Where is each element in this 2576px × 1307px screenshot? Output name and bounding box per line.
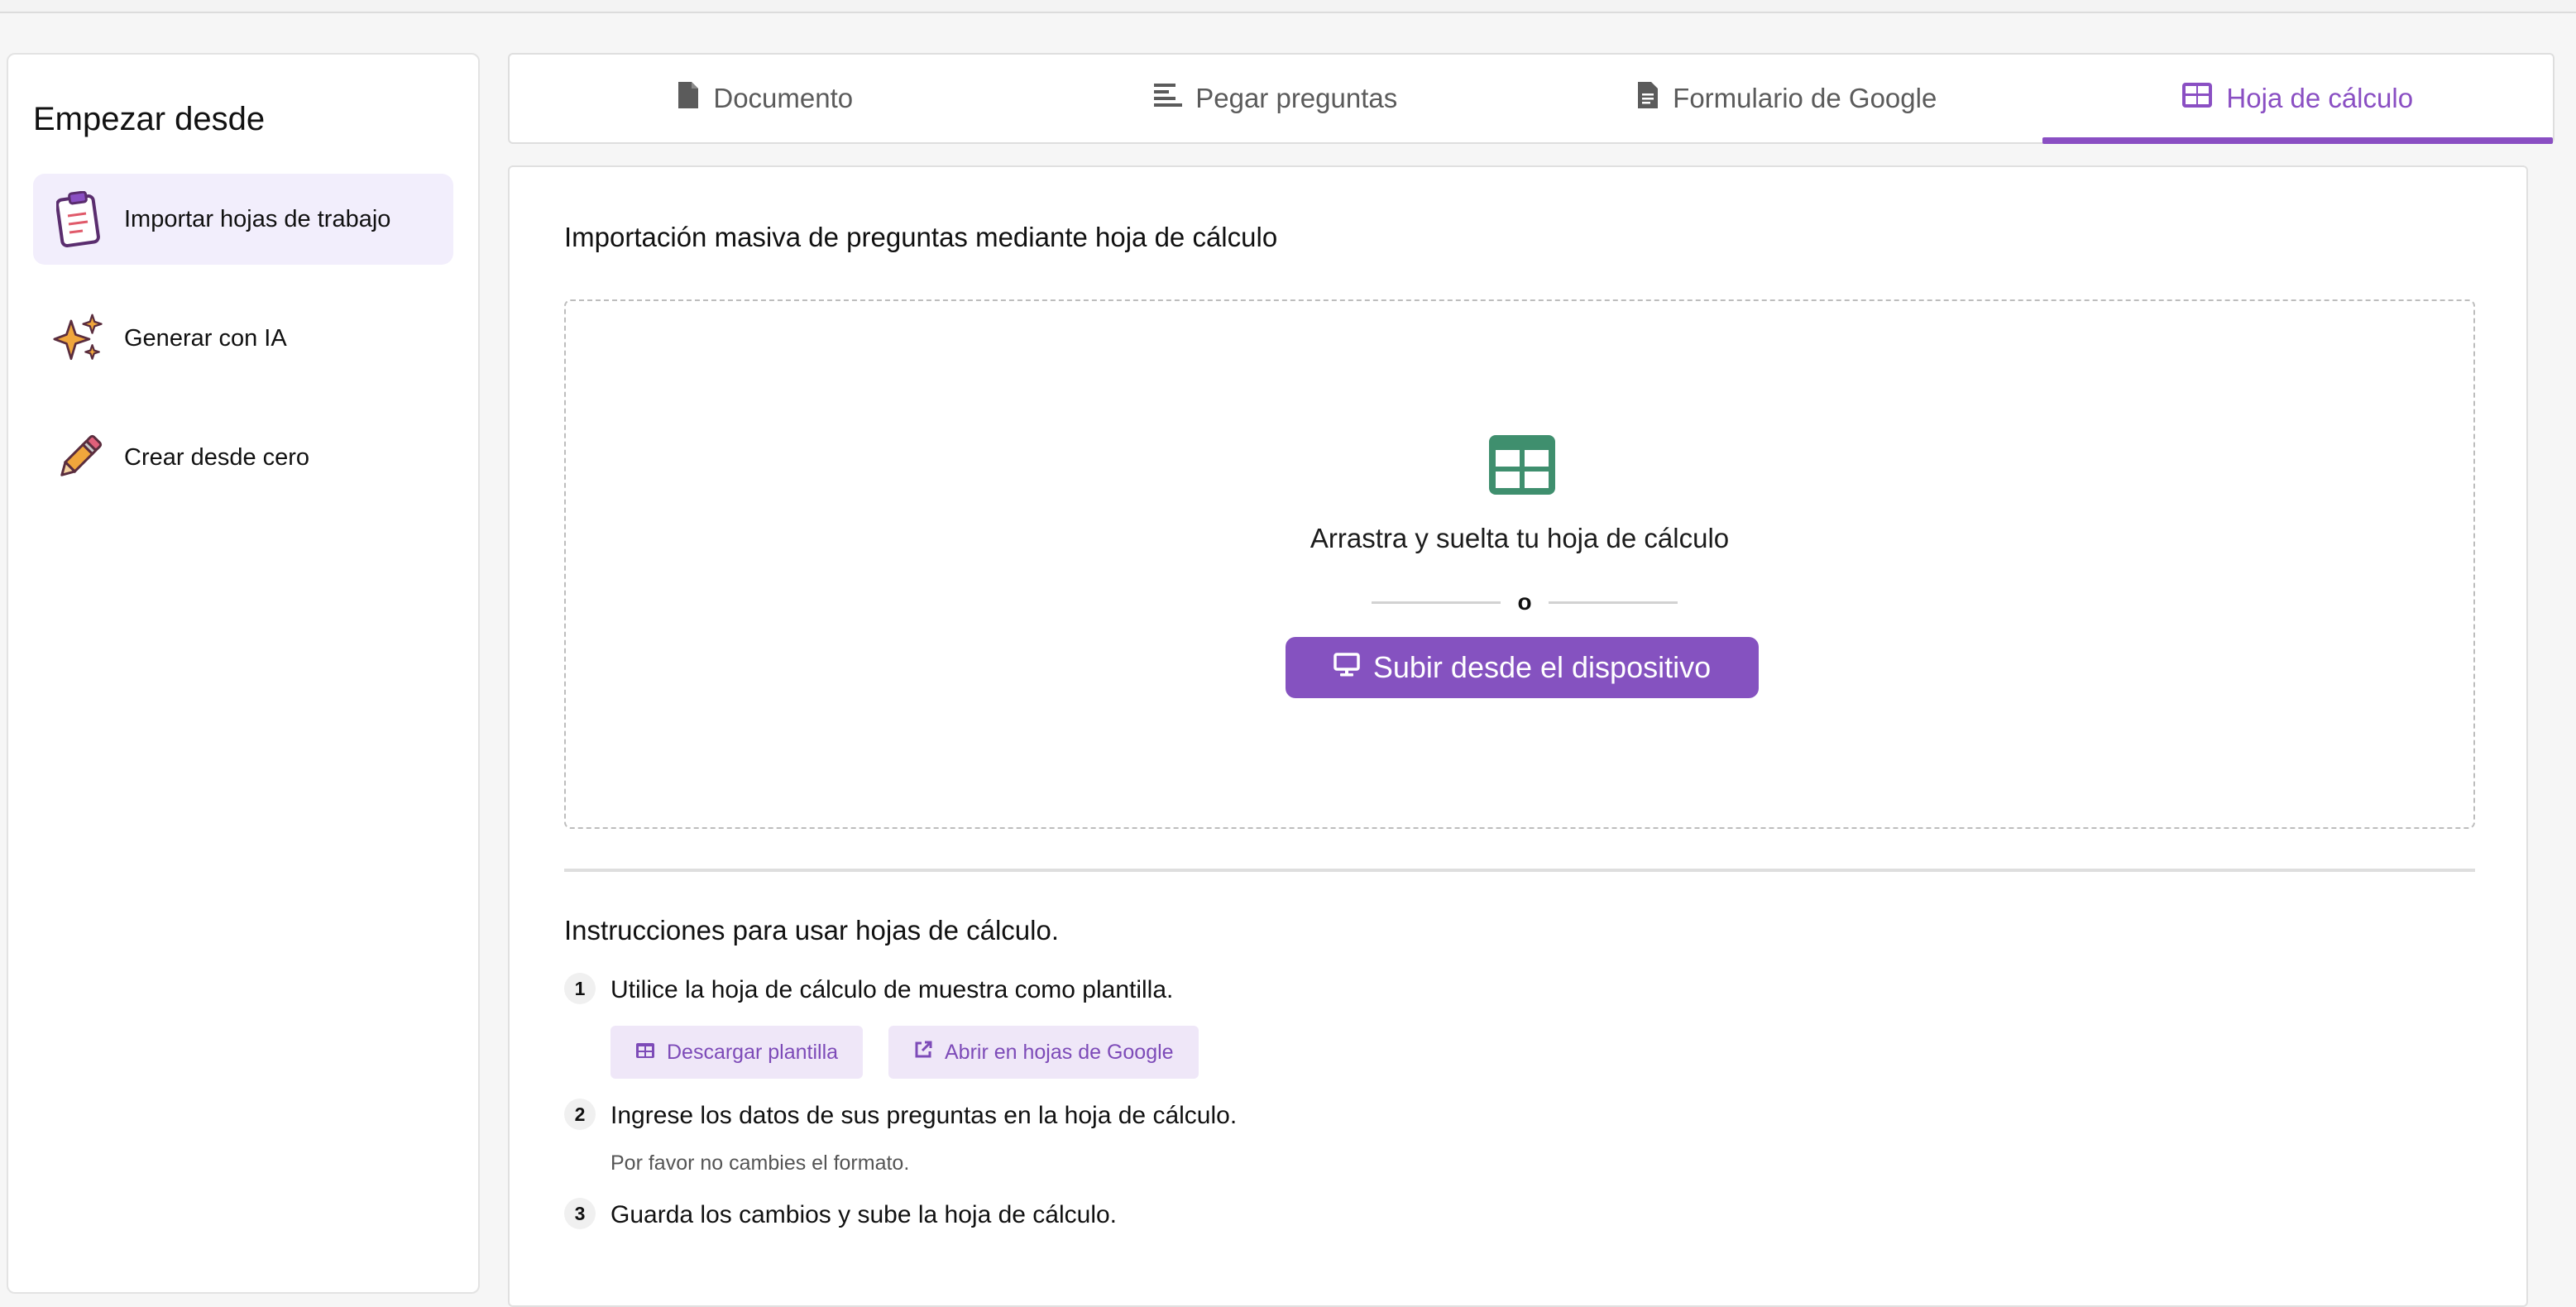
tab-label: Pegar preguntas — [1195, 83, 1398, 113]
open-google-sheets-button[interactable]: Abrir en hojas de Google — [888, 1026, 1199, 1079]
spreadsheet-icon — [2181, 82, 2226, 115]
step-text: Guarda los cambios y sube la hoja de cál… — [610, 1201, 1118, 1228]
step-number: 1 — [564, 973, 596, 1004]
sidebar-item-label: Crear desde cero — [124, 443, 310, 471]
upload-from-device-button[interactable]: Subir desde el dispositivo — [1286, 637, 1759, 698]
or-label: o — [1517, 589, 1532, 615]
text-lines-icon — [1154, 82, 1195, 115]
tab-label: Formulario de Google — [1673, 83, 1937, 113]
sidebar-item-label: Generar con IA — [124, 324, 287, 352]
download-template-button[interactable]: Descargar plantilla — [610, 1026, 864, 1079]
chip-label: Abrir en hojas de Google — [945, 1040, 1174, 1064]
step-number: 3 — [564, 1198, 596, 1229]
sidebar-heading: Empezar desde — [33, 101, 266, 137]
sidebar: Empezar desde Importar hojas de trabajo … — [7, 53, 480, 1294]
tab-paste-questions[interactable]: Pegar preguntas — [1021, 55, 1532, 142]
tab-google-form[interactable]: Formulario de Google — [1531, 55, 2042, 142]
divider-line — [1548, 601, 1678, 604]
file-icon — [677, 80, 713, 117]
tab-spreadsheet[interactable]: Hoja de cálculo — [2042, 55, 2554, 144]
upload-button-label: Subir desde el dispositivo — [1372, 650, 1712, 684]
divider-line — [1372, 601, 1501, 604]
spreadsheet-dropzone[interactable]: Arrastra y suelta tu hoja de cálculo o S… — [564, 299, 2475, 829]
monitor-icon — [1333, 650, 1373, 685]
google-form-icon — [1636, 80, 1673, 117]
top-bar — [0, 0, 2576, 13]
main-panel: Importación masiva de preguntas mediante… — [508, 165, 2528, 1307]
external-link-icon — [913, 1040, 945, 1065]
sparkles-icon — [53, 309, 106, 367]
import-tabs: Documento Pegar preguntas Formulario de … — [508, 53, 2554, 144]
clipboard-icon — [53, 190, 106, 248]
sidebar-item-generate-ai[interactable]: Generar con IA — [33, 293, 453, 384]
instructions-title: Instrucciones para usar hojas de cálculo… — [564, 915, 1059, 946]
page-title: Importación masiva de preguntas mediante… — [564, 222, 1278, 252]
step-text: Utilice la hoja de cálculo de muestra co… — [610, 976, 1174, 1003]
tab-label: Hoja de cálculo — [2226, 83, 2414, 113]
table-icon — [635, 1041, 667, 1065]
chip-label: Descargar plantilla — [667, 1040, 839, 1064]
step-note: Por favor no cambies el formato. — [610, 1151, 910, 1175]
section-divider — [564, 869, 2475, 872]
pencil-icon — [53, 428, 106, 486]
sidebar-item-label: Importar hojas de trabajo — [124, 205, 391, 232]
tab-document[interactable]: Documento — [510, 55, 1021, 142]
sidebar-item-import-worksheets[interactable]: Importar hojas de trabajo — [33, 174, 453, 265]
step-number: 2 — [564, 1099, 596, 1130]
sidebar-item-create-scratch[interactable]: Crear desde cero — [33, 412, 453, 503]
spreadsheet-icon — [1489, 435, 1555, 499]
step-text: Ingrese los datos de sus preguntas en la… — [610, 1102, 1238, 1129]
tab-label: Documento — [713, 83, 854, 113]
dropzone-text: Arrastra y suelta tu hoja de cálculo — [1310, 523, 1730, 553]
or-separator: o — [1372, 587, 1678, 617]
